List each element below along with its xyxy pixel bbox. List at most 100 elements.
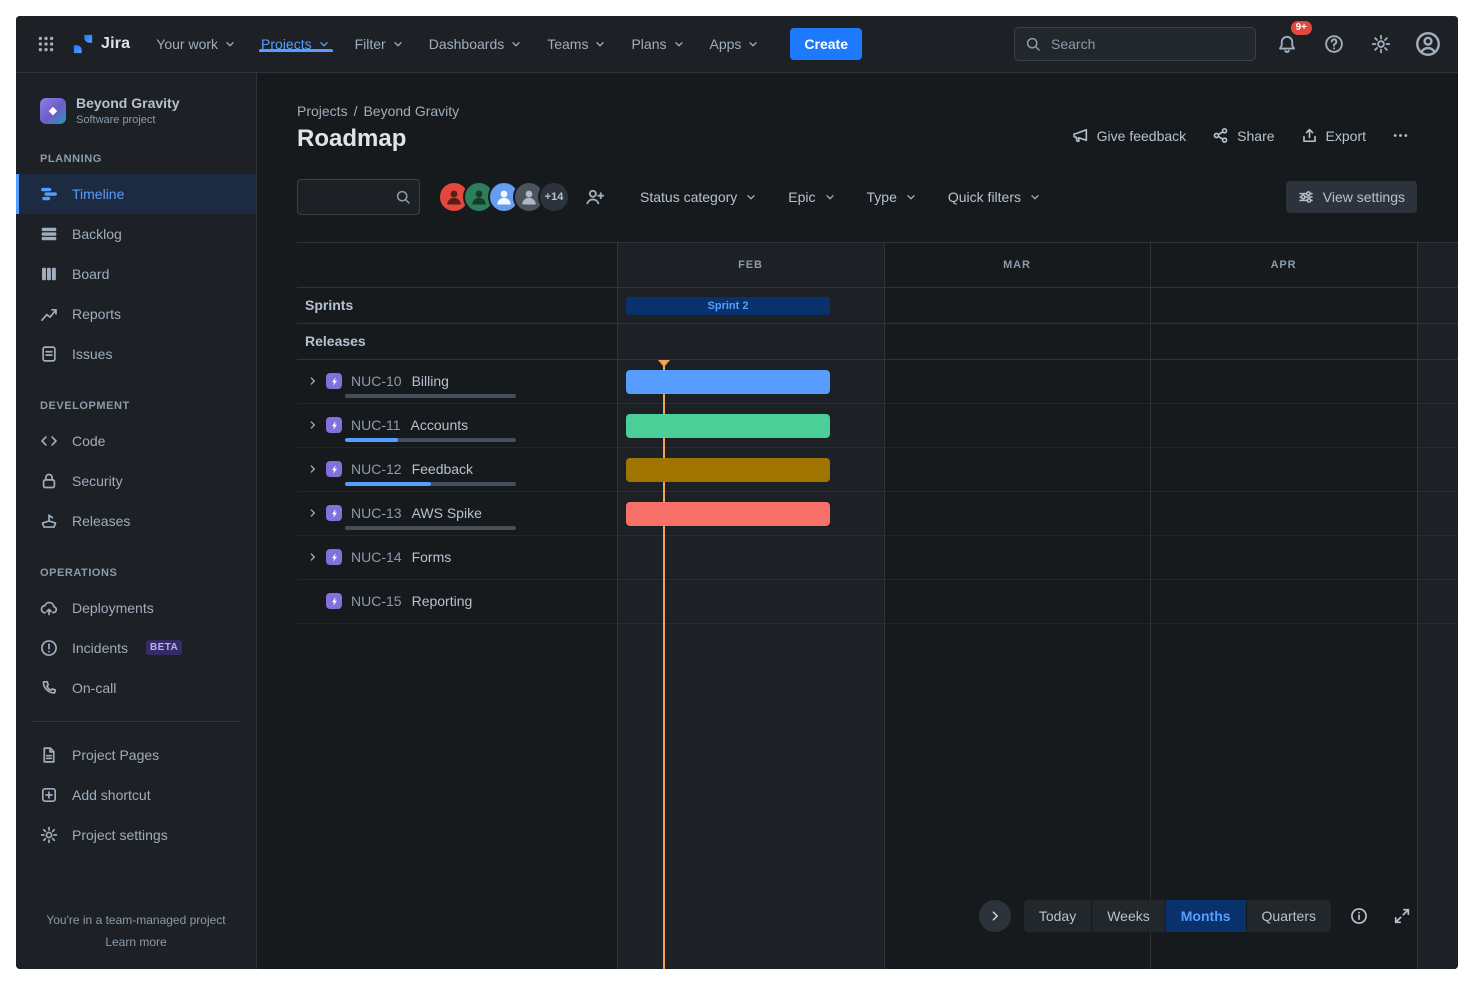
epic-gantt-bar[interactable] (626, 502, 830, 526)
primary-nav: Your work Projects Filter Dashboards Tea… (144, 36, 772, 52)
profile-button[interactable] (1412, 28, 1444, 60)
epic-filter[interactable]: Epic (788, 189, 836, 205)
epic-gantt-bar[interactable] (626, 370, 830, 394)
expand-chevron-icon[interactable] (305, 506, 320, 521)
sidebar-item-backlog[interactable]: Backlog (16, 214, 256, 254)
epic-name[interactable]: Reporting (412, 593, 473, 609)
project-name: Beyond Gravity (76, 95, 179, 113)
epic-icon (326, 461, 342, 477)
nav-item-plans[interactable]: Plans (619, 36, 697, 52)
nav-item-your-work[interactable]: Your work (144, 36, 249, 52)
sidebar-item-timeline[interactable]: Timeline (16, 174, 256, 214)
create-button[interactable]: Create (790, 28, 862, 60)
sidebar-item-security[interactable]: Security (16, 461, 256, 501)
page-header: Projects / Beyond Gravity Roadmap Give f… (257, 73, 1458, 154)
alert-icon (40, 639, 58, 657)
month-label-mar: MAR (1003, 259, 1031, 271)
timeline-search-input[interactable] (306, 188, 389, 206)
give-feedback-button[interactable]: Give feedback (1064, 120, 1195, 152)
sidebar-item-deployments[interactable]: Deployments (16, 588, 256, 628)
sidebar-divider (32, 721, 240, 722)
timeline-bottom-controls: Today Weeks Months Quarters (979, 900, 1417, 932)
sidebar-item-add-shortcut[interactable]: Add shortcut (16, 775, 256, 815)
sidebar-item-issues[interactable]: Issues (16, 334, 256, 374)
epic-icon (326, 549, 342, 565)
sidebar-item-releases[interactable]: Releases (16, 501, 256, 541)
timeline-search[interactable] (297, 179, 420, 215)
epic-gantt-bar[interactable] (626, 414, 830, 438)
epic-key[interactable]: NUC-12 (351, 461, 402, 477)
epic-key[interactable]: NUC-13 (351, 505, 402, 521)
epic-name[interactable]: Feedback (412, 461, 473, 477)
share-button[interactable]: Share (1204, 120, 1282, 152)
sidebar-item-reports[interactable]: Reports (16, 294, 256, 334)
zoom-today-button[interactable]: Today (1024, 900, 1091, 932)
expand-chevron-icon[interactable] (305, 374, 320, 389)
sidebar-item-project-settings[interactable]: Project settings (16, 815, 256, 855)
epic-name[interactable]: Billing (412, 373, 449, 389)
app-switcher-button[interactable] (30, 28, 62, 60)
project-header[interactable]: ◆ Beyond Gravity Software project (16, 73, 256, 127)
expand-chevron-icon[interactable] (305, 550, 320, 565)
project-avatar: ◆ (40, 98, 66, 124)
expand-chevron-icon[interactable] (305, 462, 320, 477)
expand-chevron-icon[interactable] (305, 418, 320, 433)
epic-key[interactable]: NUC-15 (351, 593, 402, 609)
learn-more-link[interactable]: Learn more (28, 935, 244, 949)
export-button[interactable]: Export (1293, 120, 1374, 152)
document-icon (40, 746, 58, 764)
epic-progress-bar (345, 394, 516, 398)
sidebar-item-code[interactable]: Code (16, 421, 256, 461)
epic-gantt-bar[interactable] (626, 458, 830, 482)
sidebar-item-project-pages[interactable]: Project Pages (16, 735, 256, 775)
sidebar-item-on-call[interactable]: On-call (16, 668, 256, 708)
epic-key[interactable]: NUC-14 (351, 549, 402, 565)
epic-row: NUC-15 Reporting (297, 580, 1458, 624)
global-search[interactable] (1014, 27, 1256, 61)
project-type: Software project (76, 113, 179, 127)
settings-button[interactable] (1365, 28, 1397, 60)
help-icon (1324, 34, 1344, 54)
chevron-down-icon (672, 37, 686, 51)
zoom-quarters-button[interactable]: Quarters (1246, 900, 1331, 932)
epic-progress-fill (345, 482, 431, 486)
avatar-overflow-count[interactable]: +14 (538, 181, 570, 213)
status-category-filter[interactable]: Status category (640, 189, 758, 205)
epic-name[interactable]: Accounts (411, 417, 469, 433)
header-actions: Give feedback Share Export (1064, 120, 1417, 154)
nav-item-dashboards[interactable]: Dashboards (417, 36, 536, 52)
zoom-weeks-button[interactable]: Weeks (1091, 900, 1165, 932)
type-filter[interactable]: Type (867, 189, 918, 205)
epic-key[interactable]: NUC-11 (351, 417, 401, 433)
person-silhouette-icon (519, 187, 539, 207)
nav-item-projects[interactable]: Projects (249, 36, 343, 52)
breadcrumb-project-name[interactable]: Beyond Gravity (363, 103, 459, 119)
sprint-bar[interactable]: Sprint 2 (626, 297, 830, 315)
epic-name[interactable]: AWS Spike (412, 505, 482, 521)
add-people-button[interactable] (580, 182, 610, 212)
chevron-down-icon (746, 37, 760, 51)
nav-item-filter[interactable]: Filter (343, 36, 417, 52)
sidebar-item-board[interactable]: Board (16, 254, 256, 294)
jira-logo[interactable]: Jira (62, 33, 144, 55)
global-search-input[interactable] (1049, 35, 1245, 53)
quick-filters[interactable]: Quick filters (948, 189, 1042, 205)
epic-name[interactable]: Forms (412, 549, 452, 565)
fullscreen-button[interactable] (1387, 901, 1417, 931)
view-settings-button[interactable]: View settings (1286, 181, 1417, 213)
sidebar-item-incidents[interactable]: Incidents BETA (16, 628, 256, 668)
nav-item-teams[interactable]: Teams (535, 36, 619, 52)
timeline-info-button[interactable] (1344, 901, 1374, 931)
nav-item-apps[interactable]: Apps (698, 36, 773, 52)
more-actions-button[interactable] (1384, 120, 1417, 152)
help-button[interactable] (1318, 28, 1350, 60)
epic-key[interactable]: NUC-10 (351, 373, 402, 389)
team-managed-note: You're in a team-managed project (46, 913, 225, 927)
epic-progress-bar (345, 482, 516, 486)
page-header-left: Projects / Beyond Gravity Roadmap (297, 103, 459, 154)
pan-right-button[interactable] (979, 900, 1011, 932)
zoom-months-button[interactable]: Months (1165, 900, 1246, 932)
breadcrumb-projects[interactable]: Projects (297, 103, 348, 119)
search-icon (1025, 36, 1041, 52)
avatar-group: +14 (438, 181, 570, 213)
